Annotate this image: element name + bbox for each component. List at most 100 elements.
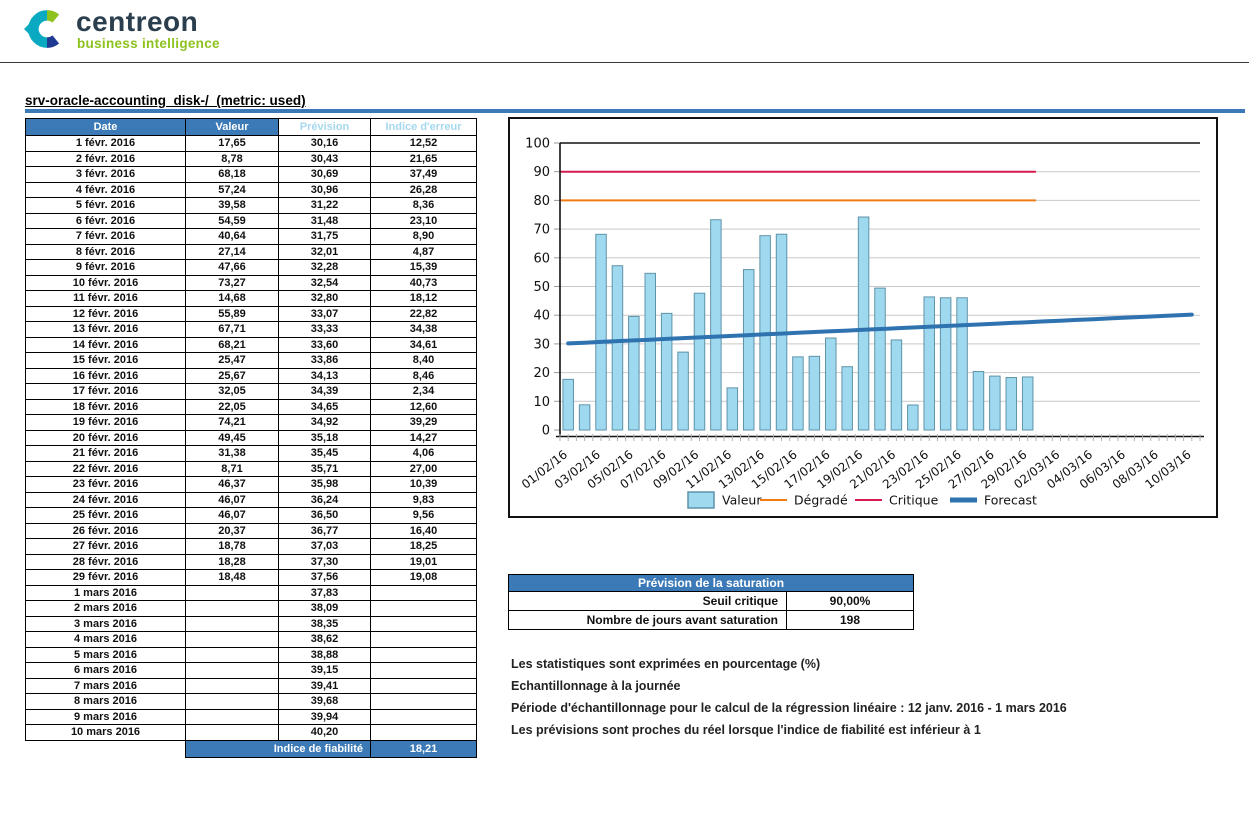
table-row: 21 févr. 201631,3835,454,06 <box>26 446 477 462</box>
cell-date: 17 févr. 2016 <box>26 384 186 400</box>
table-row: 13 févr. 201667,7133,3334,38 <box>26 322 477 338</box>
svg-text:30: 30 <box>533 337 550 352</box>
cell-indice-erreur: 22,82 <box>371 306 477 322</box>
cell-valeur <box>186 632 279 648</box>
cell-valeur: 67,71 <box>186 322 279 338</box>
svg-text:80: 80 <box>533 194 550 209</box>
forecast-chart-canvas: 010203040506070809010001/02/1603/02/1605… <box>510 119 1216 516</box>
table-row: 15 févr. 201625,4733,868,40 <box>26 353 477 369</box>
cell-prevision: 36,77 <box>279 523 371 539</box>
cell-prevision: 31,22 <box>279 198 371 214</box>
cell-prevision: 38,88 <box>279 647 371 663</box>
cell-indice-erreur <box>371 709 477 725</box>
table-row: 2 mars 201638,09 <box>26 601 477 617</box>
cell-valeur: 27,14 <box>186 244 279 260</box>
legend-swatch-valeur <box>688 492 714 508</box>
column-header-indice-erreur: Indice d'erreur <box>371 119 477 136</box>
cell-indice-erreur: 37,49 <box>371 167 477 183</box>
table-row: 3 mars 201638,35 <box>26 616 477 632</box>
cell-valeur: 32,05 <box>186 384 279 400</box>
column-header-valeur: Valeur <box>186 119 279 136</box>
cell-valeur: 46,07 <box>186 492 279 508</box>
cell-indice-erreur: 34,61 <box>371 337 477 353</box>
cell-indice-erreur: 8,40 <box>371 353 477 369</box>
report-notes: Les statistiques sont exprimées en pourc… <box>511 653 1067 741</box>
cell-indice-erreur: 34,38 <box>371 322 477 338</box>
svg-text:100: 100 <box>525 137 550 152</box>
cell-prevision: 38,62 <box>279 632 371 648</box>
cell-prevision: 34,13 <box>279 368 371 384</box>
cell-indice-erreur <box>371 647 477 663</box>
note-line: Période d'échantillonnage pour le calcul… <box>511 697 1067 719</box>
saturation-label: Seuil critique <box>509 592 787 611</box>
cell-indice-erreur: 9,83 <box>371 492 477 508</box>
svg-text:0: 0 <box>542 424 550 439</box>
cell-prevision: 39,41 <box>279 678 371 694</box>
cell-prevision: 36,50 <box>279 508 371 524</box>
cell-date: 1 mars 2016 <box>26 585 186 601</box>
cell-indice-erreur <box>371 663 477 679</box>
cell-valeur <box>186 678 279 694</box>
cell-prevision: 39,94 <box>279 709 371 725</box>
cell-date: 25 févr. 2016 <box>26 508 186 524</box>
table-row: 6 mars 201639,15 <box>26 663 477 679</box>
cell-date: 13 févr. 2016 <box>26 322 186 338</box>
column-header-prevision: Prévision <box>279 119 371 136</box>
report-title: srv-oracle-accounting disk-/ (metric: us… <box>25 93 306 108</box>
cell-date: 9 mars 2016 <box>26 709 186 725</box>
cell-date: 5 mars 2016 <box>26 647 186 663</box>
cell-prevision: 31,48 <box>279 213 371 229</box>
cell-prevision: 33,86 <box>279 353 371 369</box>
cell-indice-erreur: 26,28 <box>371 182 477 198</box>
cell-date: 24 févr. 2016 <box>26 492 186 508</box>
cell-valeur: 57,24 <box>186 182 279 198</box>
cell-prevision: 37,56 <box>279 570 371 586</box>
cell-prevision: 32,54 <box>279 275 371 291</box>
table-row: 12 févr. 201655,8933,0722,82 <box>26 306 477 322</box>
cell-valeur: 54,59 <box>186 213 279 229</box>
table-row: 18 févr. 201622,0534,6512,60 <box>26 399 477 415</box>
cell-prevision: 30,96 <box>279 182 371 198</box>
cell-date: 18 févr. 2016 <box>26 399 186 415</box>
cell-indice-erreur: 9,56 <box>371 508 477 524</box>
cell-valeur: 25,67 <box>186 368 279 384</box>
table-row: 9 févr. 201647,6632,2815,39 <box>26 260 477 276</box>
table-row: 6 févr. 201654,5931,4823,10 <box>26 213 477 229</box>
cell-prevision: 35,71 <box>279 461 371 477</box>
cell-indice-erreur: 4,06 <box>371 446 477 462</box>
cell-date: 22 févr. 2016 <box>26 461 186 477</box>
cell-indice-erreur: 12,60 <box>371 399 477 415</box>
cell-indice-erreur: 40,73 <box>371 275 477 291</box>
brand-name: centreon <box>76 8 220 36</box>
cell-valeur: 31,38 <box>186 446 279 462</box>
cell-date: 10 févr. 2016 <box>26 275 186 291</box>
cell-indice-erreur <box>371 585 477 601</box>
cell-indice-erreur: 2,34 <box>371 384 477 400</box>
title-accent-rule <box>25 109 1245 113</box>
table-row: 24 févr. 201646,0736,249,83 <box>26 492 477 508</box>
cell-date: 16 févr. 2016 <box>26 368 186 384</box>
cell-valeur <box>186 709 279 725</box>
saturation-label: Nombre de jours avant saturation <box>509 611 787 630</box>
cell-prevision: 35,98 <box>279 477 371 493</box>
cell-date: 2 mars 2016 <box>26 601 186 617</box>
cell-date: 28 févr. 2016 <box>26 554 186 570</box>
table-row: 20 févr. 201649,4535,1814,27 <box>26 430 477 446</box>
cell-date: 4 mars 2016 <box>26 632 186 648</box>
svg-text:40: 40 <box>533 309 550 324</box>
cell-date: 6 févr. 2016 <box>26 213 186 229</box>
table-row: 1 févr. 201617,6530,1612,52 <box>26 136 477 152</box>
table-row: 4 mars 2016 38,62 <box>26 632 477 648</box>
table-header-row: Date Valeur Prévision Indice d'erreur <box>26 119 477 136</box>
cell-valeur: 18,78 <box>186 539 279 555</box>
cell-valeur: 18,28 <box>186 554 279 570</box>
cell-prevision: 33,60 <box>279 337 371 353</box>
reliability-value: 18,21 <box>371 740 477 757</box>
table-row: 27 févr. 201618,7837,0318,25 <box>26 539 477 555</box>
cell-valeur <box>186 663 279 679</box>
table-row: 5 févr. 201639,5831,228,36 <box>26 198 477 214</box>
column-header-date: Date <box>26 119 186 136</box>
cell-valeur: 40,64 <box>186 229 279 245</box>
cell-date: 23 févr. 2016 <box>26 477 186 493</box>
cell-prevision: 35,45 <box>279 446 371 462</box>
